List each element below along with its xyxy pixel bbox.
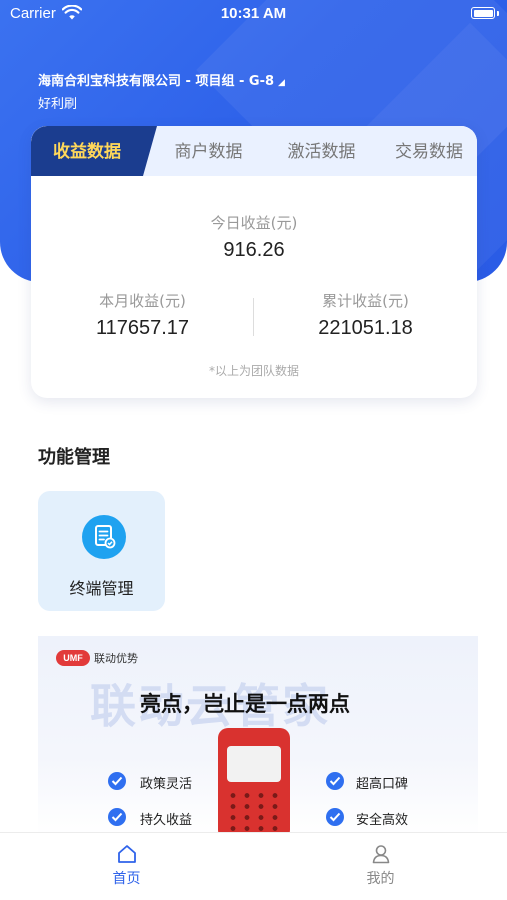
check-icon <box>326 772 344 790</box>
bottom-tab-bar: 首页 我的 <box>0 832 507 900</box>
today-earnings-label: 今日收益(元) <box>210 214 298 232</box>
app-name: 好利刷 <box>38 97 78 112</box>
umf-logo: UMF <box>56 650 90 666</box>
tab-activation[interactable]: 激活数据 <box>269 126 374 176</box>
status-bar: Carrier 10:31 AM <box>0 0 507 30</box>
tab-profile[interactable]: 我的 <box>254 833 507 900</box>
total-earnings-value: 221051.18 <box>318 317 413 339</box>
stats-card: 收益数据 商户数据 激活数据 交易数据 今日收益(元) 916.26 本月收益(… <box>31 126 477 398</box>
tab-home[interactable]: 首页 <box>0 833 253 900</box>
feature-item: 超高口碑 <box>356 777 409 792</box>
banner-headline: 亮点，岂止是一点两点 <box>140 692 350 716</box>
today-earnings-value: 916.26 <box>223 239 285 261</box>
profile-icon <box>372 845 390 864</box>
check-icon <box>326 808 344 826</box>
pos-terminal-image <box>218 728 290 836</box>
home-icon <box>118 845 136 863</box>
dropdown-caret-icon: ◢ <box>278 78 285 88</box>
pos-screen <box>227 746 281 782</box>
feature-item: 安全高效 <box>356 813 409 828</box>
pos-keypad <box>226 790 282 836</box>
total-earnings-label: 累计收益(元) <box>322 292 409 310</box>
team-data-note: *以上为团队数据 <box>208 364 299 378</box>
month-earnings-label: 本月收益(元) <box>99 292 186 310</box>
company-selector[interactable]: 海南合利宝科技有限公司 - 项目组 - G-8 ◢ <box>38 70 285 89</box>
stats-tabs: 收益数据 商户数据 激活数据 交易数据 <box>31 126 477 176</box>
document-icon <box>82 515 126 559</box>
tab-earnings[interactable]: 收益数据 <box>31 126 157 176</box>
tab-transactions[interactable]: 交易数据 <box>381 126 477 176</box>
promo-banner[interactable]: UMF 联动优势 联动云管家 亮点，岂止是一点两点 政策灵活 超高口碑 持久收益… <box>38 636 478 836</box>
clock: 10:31 AM <box>220 5 287 22</box>
check-icon <box>108 808 126 826</box>
brand-name: 联动优势 <box>94 652 138 665</box>
terminal-management-tile[interactable]: 终端管理 <box>38 491 165 611</box>
check-icon <box>108 772 126 790</box>
battery-cap <box>497 11 499 16</box>
feature-item: 政策灵活 <box>140 777 193 792</box>
month-earnings-value: 117657.17 <box>95 317 190 339</box>
tab-profile-label: 我的 <box>366 871 395 887</box>
company-name: 海南合利宝科技有限公司 - 项目组 - G-8 <box>38 74 275 89</box>
section-title: 功能管理 <box>38 447 110 468</box>
tab-merchants[interactable]: 商户数据 <box>156 126 261 176</box>
feature-item: 持久收益 <box>140 813 193 828</box>
battery-icon <box>471 7 495 19</box>
terminal-management-label: 终端管理 <box>69 579 134 598</box>
tab-home-label: 首页 <box>112 871 141 887</box>
